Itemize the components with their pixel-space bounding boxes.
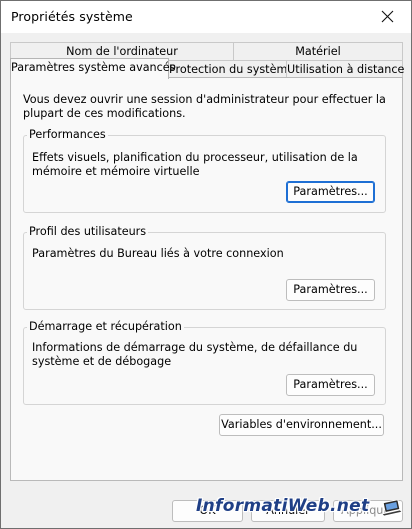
close-icon bbox=[381, 10, 394, 23]
tab-remote-label: Utilisation à distance bbox=[287, 63, 405, 76]
tab-system-protection-label: Protection du système bbox=[169, 63, 295, 76]
window-title: Propriétés système bbox=[11, 9, 133, 24]
system-properties-window: Propriétés système Nom de l'ordinateur M… bbox=[0, 0, 412, 529]
user-profiles-settings-label: Paramètres... bbox=[293, 283, 368, 296]
user-profiles-description: Paramètres du Bureau liés à votre connex… bbox=[32, 247, 284, 260]
startup-recovery-group: Démarrage et récupération Informations d… bbox=[23, 320, 386, 405]
environment-variables-button[interactable]: Variables d'environnement... bbox=[219, 414, 384, 436]
tab-hardware[interactable]: Matériel bbox=[233, 42, 403, 61]
title-bar: Propriétés système bbox=[1, 1, 411, 33]
tab-computer-name-label: Nom de l'ordinateur bbox=[66, 45, 178, 58]
startup-recovery-settings-label: Paramètres... bbox=[293, 378, 368, 391]
admin-notice: Vous devez ouvrir une session d'administ… bbox=[23, 93, 386, 120]
tab-advanced-label: Paramètres système avancés bbox=[11, 61, 176, 74]
tab-hardware-label: Matériel bbox=[295, 45, 341, 58]
performance-settings-label: Paramètres... bbox=[293, 185, 368, 198]
watermark-text: InformatiWeb.net bbox=[196, 496, 370, 516]
close-button[interactable] bbox=[365, 1, 411, 33]
advanced-panel: Vous devez ouvrir une session d'administ… bbox=[10, 77, 403, 481]
tab-advanced[interactable]: Paramètres système avancés bbox=[10, 58, 176, 79]
user-profiles-group-label: Profil des utilisateurs bbox=[27, 225, 149, 238]
startup-recovery-description: Informations de démarrage du système, de… bbox=[32, 341, 358, 368]
performance-group-label: Performances bbox=[27, 128, 108, 141]
user-profiles-settings-button[interactable]: Paramètres... bbox=[286, 279, 375, 301]
startup-recovery-settings-button[interactable]: Paramètres... bbox=[286, 374, 375, 396]
performance-description: Effets visuels, planification du process… bbox=[32, 151, 358, 178]
performance-group: Performances Effets visuels, planificati… bbox=[23, 128, 386, 213]
user-profiles-group: Profil des utilisateurs Paramètres du Bu… bbox=[23, 225, 386, 310]
environment-variables-label: Variables d'environnement... bbox=[221, 418, 382, 431]
laptop-logo-icon bbox=[381, 500, 403, 517]
startup-recovery-group-label: Démarrage et récupération bbox=[27, 320, 184, 333]
performance-settings-button[interactable]: Paramètres... bbox=[286, 181, 375, 203]
